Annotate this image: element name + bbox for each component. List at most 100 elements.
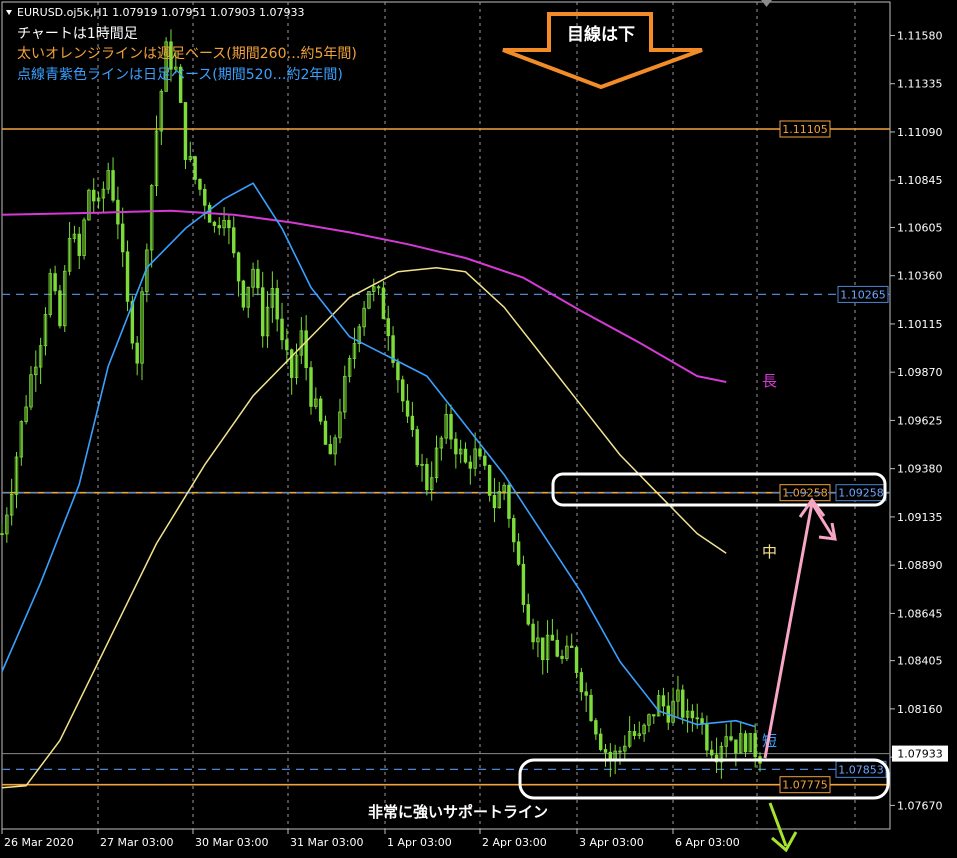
- candle-body: [111, 170, 115, 201]
- candle-body: [401, 379, 405, 402]
- candle-body: [449, 414, 453, 440]
- ma-mid-label: 中: [762, 543, 777, 561]
- candle-body: [531, 623, 535, 643]
- candle-body: [468, 461, 473, 469]
- x-tick-label: 26 Mar 2020: [4, 836, 74, 849]
- level-price-label: 1.10265: [840, 288, 886, 301]
- candle-body: [410, 415, 415, 430]
- candle-body: [309, 367, 313, 407]
- candle-body: [415, 429, 419, 466]
- candle-body: [584, 691, 588, 696]
- y-tick-label: 1.09380: [897, 463, 943, 476]
- candle-body: [193, 156, 197, 180]
- candle-body: [212, 221, 217, 226]
- candle-body: [285, 339, 289, 351]
- candle-body: [710, 749, 714, 756]
- candle-body: [289, 349, 294, 378]
- y-tick-label: 1.10360: [897, 270, 943, 283]
- direction-label: 目線は下: [567, 24, 635, 45]
- candle-body: [425, 463, 429, 491]
- ma-long-label: 長: [762, 372, 777, 390]
- note-blue-line: 点線青紫色ラインは日足ベース(期間520…約2年間): [17, 66, 343, 83]
- candle-body: [690, 710, 695, 719]
- y-tick-label: 1.10115: [897, 318, 943, 331]
- x-tick-label: 3 Apr 03:00: [579, 836, 644, 849]
- candle-body: [729, 736, 733, 741]
- candle-body: [217, 225, 221, 229]
- candle-body: [58, 290, 62, 327]
- candle-body: [492, 494, 497, 509]
- level-price-label: 1.09258: [838, 487, 884, 500]
- candle-body: [125, 251, 130, 302]
- candle-body: [405, 400, 410, 417]
- y-tick-label: 1.08645: [897, 607, 943, 620]
- y-tick-label: 1.09625: [897, 414, 943, 427]
- candle-body: [328, 443, 333, 455]
- candle-body: [304, 330, 308, 368]
- candle-body: [318, 398, 323, 422]
- candle-body: [463, 448, 468, 463]
- x-tick-label: 1 Apr 03:00: [387, 836, 452, 849]
- candle-body: [53, 273, 57, 292]
- candle-body: [386, 318, 390, 337]
- y-tick-label: 1.08160: [897, 703, 943, 716]
- support-line-label: 非常に強いサポートライン: [368, 803, 548, 821]
- chart-svg: 1.111051.102651.09258 1.092581.078531.077…: [0, 0, 957, 854]
- y-tick-label: 1.10845: [897, 174, 943, 187]
- candle-body: [753, 733, 757, 758]
- candle-body: [396, 362, 400, 381]
- y-tick-label: 1.09870: [897, 366, 943, 379]
- candle-body: [541, 637, 545, 661]
- candle-body: [376, 286, 381, 289]
- candle-body: [521, 563, 526, 605]
- candle-body: [589, 694, 593, 721]
- candle-body: [275, 288, 279, 320]
- chart: 1.11105 1.10265 1.09258 1.09258 1.07853 1.077…: [0, 0, 957, 854]
- candle-body: [241, 280, 246, 308]
- candle-body: [256, 268, 260, 289]
- candle-body: [92, 189, 96, 202]
- candle-body: [0, 533, 4, 536]
- y-tick-label: 1.11335: [897, 78, 943, 91]
- note-orange-line: 太いオレンジラインは週足ベース(期間260…約5年間): [17, 46, 357, 62]
- candle-body: [183, 102, 188, 160]
- candle-body: [77, 233, 81, 256]
- y-tick-label: 1.10605: [897, 221, 943, 234]
- candle-body: [652, 714, 656, 717]
- level-price-label: 1.07853: [838, 763, 884, 776]
- candle-body: [681, 689, 685, 718]
- current-price-label: 1.07933: [897, 748, 943, 761]
- candle-body: [550, 634, 555, 641]
- candle-body: [260, 287, 265, 337]
- candle-body: [661, 695, 666, 707]
- candle-body: [560, 655, 564, 659]
- candle-body: [598, 733, 603, 750]
- level-price-label: 1.07775: [782, 779, 828, 792]
- candle-body: [705, 723, 709, 751]
- candle-body: [555, 639, 559, 657]
- x-tick-label: 6 Apr 03:00: [675, 836, 740, 849]
- candle-body: [632, 731, 637, 736]
- candle-body: [526, 604, 530, 625]
- candle-body: [695, 717, 699, 720]
- symbol-info: EURUSD.oj5k,H1 1.07919 1.07951 1.07903 1…: [17, 6, 305, 19]
- y-tick-label: 1.11580: [897, 29, 943, 42]
- x-tick-label: 27 Mar 03:00: [100, 836, 173, 849]
- level-price-label: 1.11105: [782, 123, 828, 136]
- candle-body: [381, 287, 386, 320]
- candle-body: [198, 178, 202, 190]
- y-tick-label: 1.08405: [897, 655, 943, 668]
- candle-body: [454, 438, 458, 455]
- candle-body: [734, 739, 738, 754]
- candle-body: [232, 227, 236, 254]
- candle-body: [280, 318, 284, 341]
- y-tick-label: 1.11090: [897, 126, 943, 139]
- x-tick-label: 30 Mar 03:00: [195, 836, 268, 849]
- candle-body: [516, 541, 521, 565]
- note-timeframe: チャートは1時間足: [17, 26, 138, 42]
- candle-body: [483, 455, 487, 466]
- candle-body: [135, 342, 139, 364]
- candle-body: [487, 464, 492, 496]
- candle-body: [569, 645, 574, 648]
- y-tick-label: 1.08890: [897, 559, 943, 572]
